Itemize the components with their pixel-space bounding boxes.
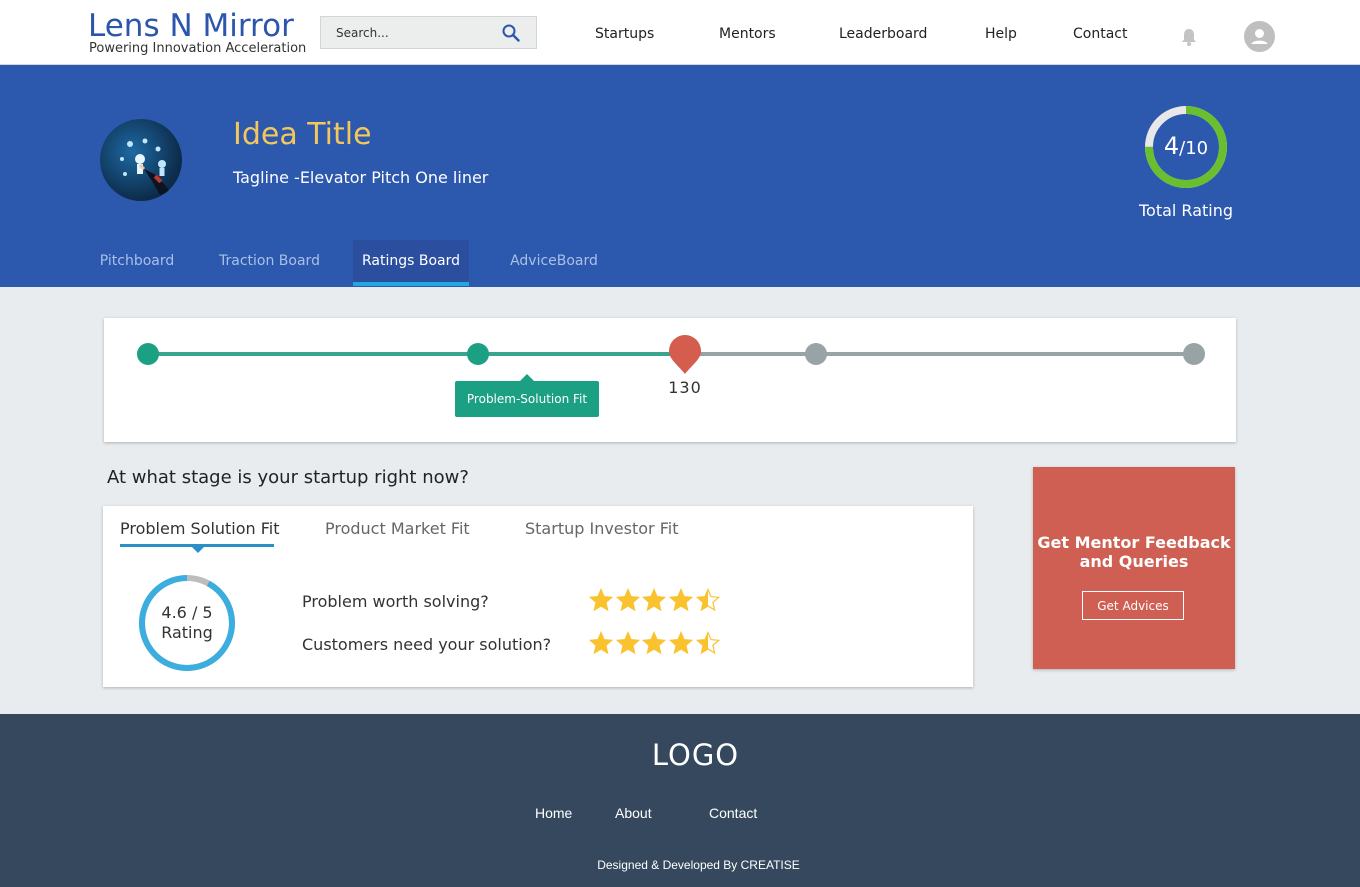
- total-rating-value: 4/10: [1143, 132, 1229, 160]
- criterion-label: Problem worth solving?: [302, 592, 489, 611]
- footer-logo[interactable]: LOGO: [0, 738, 1360, 772]
- top-navbar: Lens N Mirror Powering Innovation Accele…: [0, 0, 1360, 65]
- search-box: [320, 16, 537, 49]
- stage-tab-problem-solution-fit[interactable]: Problem Solution Fit: [120, 519, 280, 538]
- mentor-title-line-2: and Queries: [1079, 552, 1189, 571]
- footer-link-about[interactable]: About: [615, 805, 652, 821]
- star-filled-icon[interactable]: [642, 588, 667, 612]
- brand-subtitle: Powering Innovation Acceleration: [89, 41, 307, 56]
- nav-startups[interactable]: Startups: [595, 26, 654, 42]
- total-rating-label: Total Rating: [1138, 201, 1234, 220]
- notification-bell-icon[interactable]: [1179, 27, 1199, 47]
- search-input[interactable]: [336, 24, 496, 42]
- star-filled-icon[interactable]: [615, 588, 640, 612]
- search-icon[interactable]: [501, 23, 521, 43]
- nav-help[interactable]: Help: [985, 26, 1017, 42]
- footer-link-home[interactable]: Home: [535, 805, 572, 821]
- footer: LOGO Home About Contact Designed & Devel…: [0, 714, 1360, 887]
- get-advices-button[interactable]: Get Advices: [1082, 591, 1184, 620]
- rating-max: /10: [1179, 138, 1209, 159]
- stage-tab-product-market-fit[interactable]: Product Market Fit: [325, 519, 470, 538]
- active-tab-caret-icon: [192, 547, 204, 553]
- stage-progress-card: Problem-Solution Fit 130: [104, 318, 1236, 442]
- stage-score-label: Rating: [161, 623, 213, 642]
- star-filled-icon[interactable]: [642, 631, 667, 655]
- footer-credit: Designed & Developed By CREATISE: [597, 858, 800, 872]
- mentor-card-title: Get Mentor Feedback and Queries: [1033, 533, 1235, 571]
- star-filled-icon[interactable]: [669, 631, 694, 655]
- user-avatar[interactable]: [1244, 21, 1275, 52]
- nav-mentors[interactable]: Mentors: [719, 26, 776, 42]
- stage-tab-startup-investor-fit[interactable]: Startup Investor Fit: [525, 519, 678, 538]
- rating-score: 4: [1163, 132, 1180, 160]
- idea-title: Idea Title: [233, 117, 372, 152]
- stage-score-value: 4.6 / 5: [161, 603, 213, 622]
- marker-value: 130: [668, 378, 702, 397]
- step-dot-1[interactable]: [137, 343, 159, 365]
- current-position-marker-icon[interactable]: [669, 335, 701, 374]
- mentor-feedback-card: Get Mentor Feedback and Queries Get Advi…: [1033, 467, 1235, 669]
- criterion-star-rating[interactable]: [589, 631, 729, 657]
- criterion-label: Customers need your solution?: [302, 635, 552, 654]
- tab-pitchboard[interactable]: Pitchboard: [90, 240, 184, 286]
- tab-adviceboard[interactable]: AdviceBoard: [500, 240, 608, 286]
- stage-question-heading: At what stage is your startup right now?: [107, 467, 469, 488]
- star-filled-icon[interactable]: [589, 631, 613, 655]
- star-filled-icon[interactable]: [669, 588, 694, 612]
- step-dot-2[interactable]: [467, 343, 489, 365]
- idea-tagline: Tagline -Elevator Pitch One liner: [233, 168, 489, 187]
- tab-traction-board[interactable]: Traction Board: [210, 240, 329, 286]
- nav-contact[interactable]: Contact: [1073, 26, 1127, 42]
- idea-logo-image: [100, 119, 182, 201]
- stage-ratings-card: Problem Solution Fit Product Market Fit …: [103, 506, 973, 687]
- star-filled-icon[interactable]: [615, 631, 640, 655]
- nav-leaderboard[interactable]: Leaderboard: [839, 26, 927, 42]
- star-half-icon[interactable]: [695, 631, 720, 655]
- star-half-icon[interactable]: [695, 588, 720, 612]
- mentor-title-line-1: Get Mentor Feedback: [1037, 533, 1231, 552]
- footer-link-contact[interactable]: Contact: [709, 805, 757, 821]
- idea-hero-banner: Idea Title Tagline -Elevator Pitch One l…: [0, 65, 1360, 287]
- user-icon: [1251, 29, 1268, 44]
- current-step-tooltip: Problem-Solution Fit: [455, 374, 599, 417]
- step-dot-3[interactable]: [805, 343, 827, 365]
- tab-ratings-board[interactable]: Ratings Board: [353, 240, 469, 286]
- brand-title[interactable]: Lens N Mirror: [88, 8, 294, 44]
- step-dot-4[interactable]: [1183, 343, 1205, 365]
- stage-score: 4.6 / 5 Rating: [137, 603, 237, 643]
- criterion-star-rating[interactable]: [589, 588, 729, 614]
- star-filled-icon[interactable]: [589, 588, 613, 612]
